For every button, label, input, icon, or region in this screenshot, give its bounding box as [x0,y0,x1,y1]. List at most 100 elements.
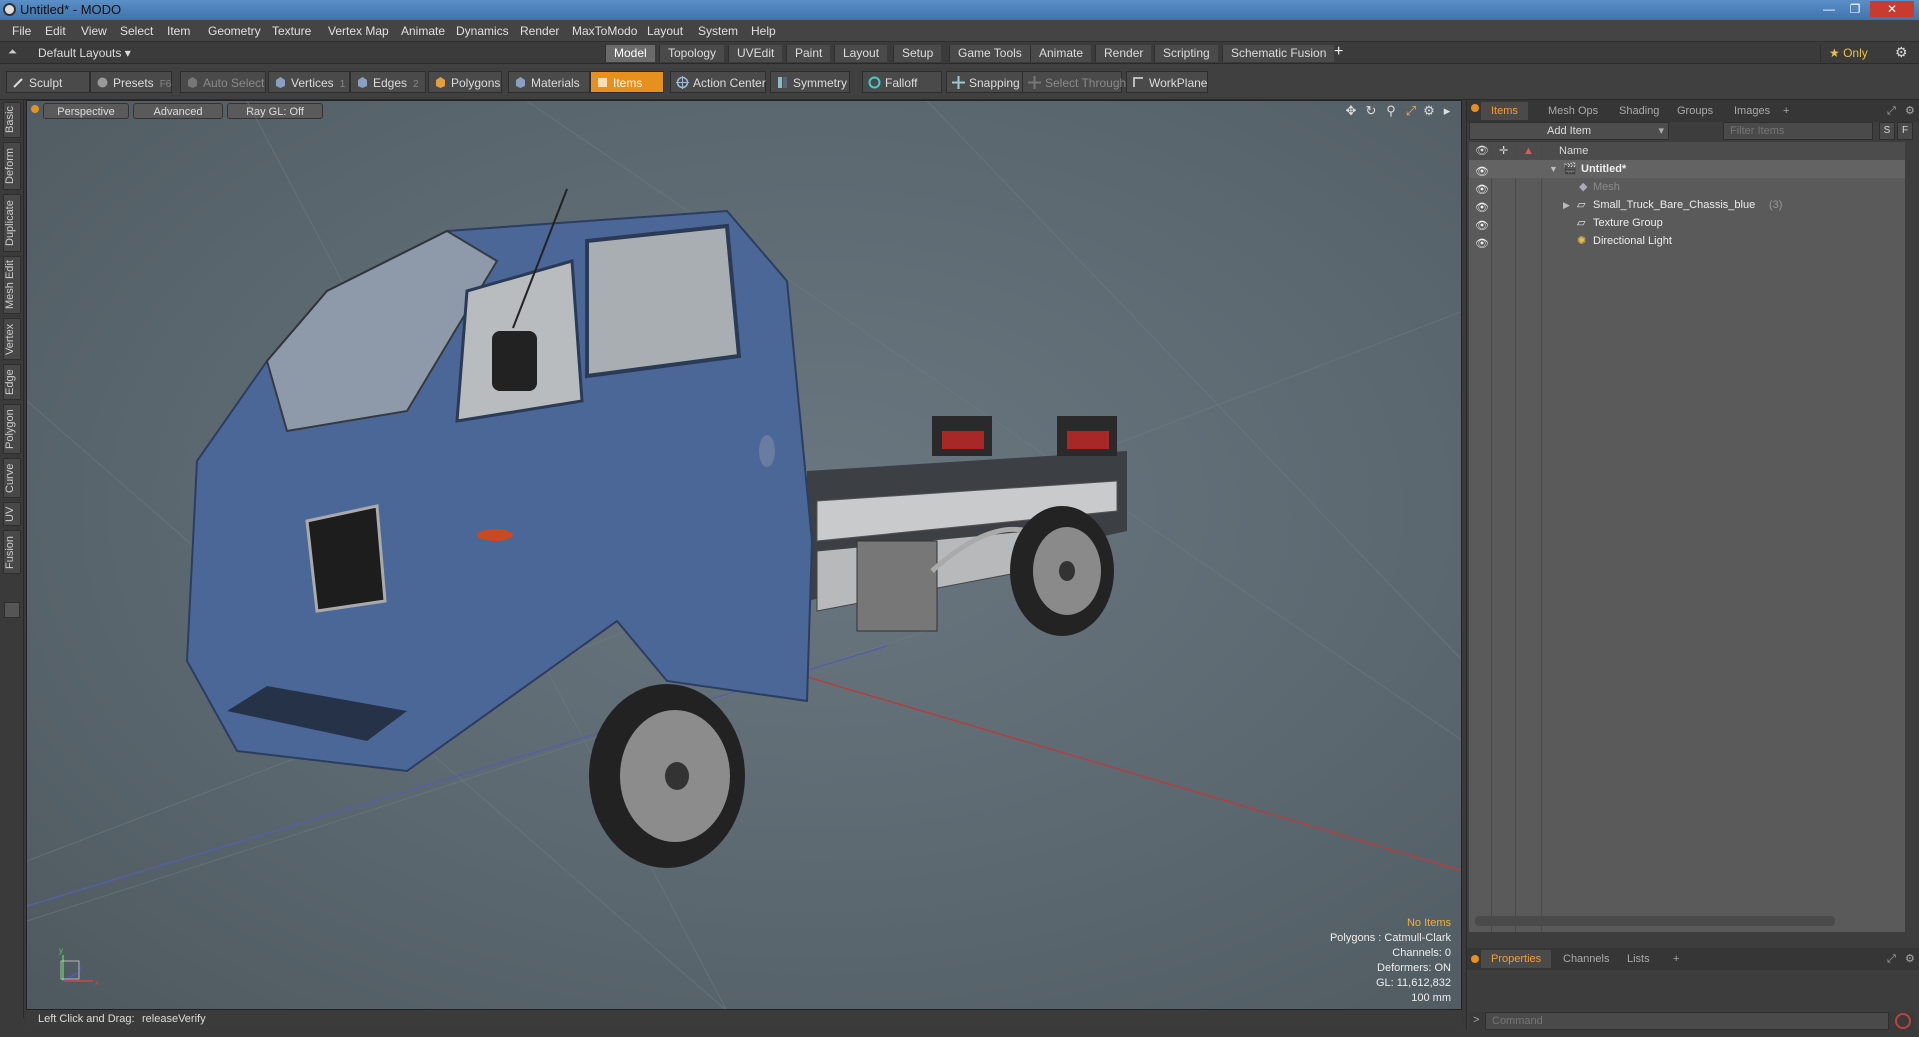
sculpt-button[interactable]: Sculpt [6,71,90,93]
tab-channels[interactable]: Channels [1553,950,1619,968]
tab-scripting[interactable]: Scripting [1154,45,1218,62]
left-tabs-toggle-button[interactable] [4,602,20,618]
menu-dynamics[interactable]: Dynamics [456,24,509,38]
visibility-eye-icon[interactable]: 👁 [1475,163,1489,178]
snapping-button[interactable]: Snapping [946,71,1026,93]
menu-item[interactable]: Item [167,24,190,38]
menu-render[interactable]: Render [520,24,559,38]
tree-row-mesh[interactable]: 👁 ◆ Mesh [1469,178,1905,196]
vtab-polygon[interactable]: Polygon [3,404,21,454]
menu-system[interactable]: System [698,24,738,38]
tab-setup[interactable]: Setup [893,45,942,62]
panel-settings-gear-icon[interactable]: ⚙ [1895,102,1919,120]
falloff-button[interactable]: Falloff [862,71,942,93]
menu-select[interactable]: Select [120,24,153,38]
name-column-header[interactable]: Name [1559,142,1588,160]
close-button[interactable]: ✕ [1870,1,1914,17]
properties-settings-gear-icon[interactable]: ⚙ [1895,950,1919,968]
menu-vertex-map[interactable]: Vertex Map [328,24,389,38]
edges-button[interactable]: Edges 2 [350,71,426,93]
visibility-eye-icon[interactable]: 👁 [1475,199,1489,214]
tab-animate[interactable]: Animate [1030,45,1092,62]
tab-render[interactable]: Render [1095,45,1152,62]
menu-texture[interactable]: Texture [272,24,311,38]
tab-model[interactable]: Model [605,45,655,62]
tab-uvedit[interactable]: UVEdit [728,45,783,62]
action-center-button[interactable]: Action Center [670,71,766,93]
visibility-eye-icon[interactable]: 👁 [1475,217,1489,232]
symmetry-button[interactable]: Symmetry [770,71,850,93]
select-through-button[interactable]: Select Through [1022,71,1126,93]
vtab-vertex[interactable]: Vertex [3,318,21,360]
tab-items[interactable]: Items [1481,102,1528,120]
auto-select-button[interactable]: Auto Select [180,71,266,93]
axis-y-label: y [59,946,63,955]
panel-tab-bar: Items Mesh Ops Shading Groups Images + ⤢… [1467,100,1919,122]
tab-properties[interactable]: Properties [1481,950,1552,968]
left-tool-tabs: Basic Deform Duplicate Mesh Edit Vertex … [0,100,24,1018]
minimize-button[interactable]: — [1818,1,1840,17]
menu-help[interactable]: Help [751,24,776,38]
polygons-button[interactable]: Polygons [428,71,502,93]
tree-row-texture-group[interactable]: 👁 ▱ Texture Group [1469,214,1905,232]
tab-shading[interactable]: Shading [1609,102,1669,120]
add-layout-tab-button[interactable]: + [1334,43,1343,61]
visibility-eye-icon[interactable]: 👁 [1475,235,1489,250]
menu-file[interactable]: File [12,24,31,38]
visibility-eye-icon[interactable]: 👁 [1475,181,1489,196]
menu-layout[interactable]: Layout [647,24,683,38]
horizontal-scrollbar[interactable] [1475,916,1835,926]
tab-schematic-fusion[interactable]: Schematic Fusion [1222,45,1335,62]
menu-geometry[interactable]: Geometry [208,24,261,38]
add-item-dropdown[interactable]: Add Item ▾ [1469,122,1669,140]
maximize-button[interactable]: ❐ [1844,1,1866,17]
tree-row-small-truck[interactable]: 👁 ▶ ▱ Small_Truck_Bare_Chassis_blue (3) [1469,196,1905,214]
presets-button[interactable]: Presets F6 [90,71,172,93]
filter-s-button[interactable]: S [1879,122,1895,140]
tab-game-tools[interactable]: Game Tools [949,45,1030,62]
only-toggle[interactable]: ★ Only [1820,45,1876,62]
front-wheel [589,684,745,868]
mesh-icon: ◆ [1579,181,1588,193]
vtab-curve[interactable]: Curve [3,458,21,498]
vtab-mesh-edit[interactable]: Mesh Edit [3,256,21,314]
vertices-button[interactable]: Vertices 1 [268,71,350,93]
vtab-uv[interactable]: UV [3,502,21,526]
vtab-deform[interactable]: Deform [3,142,21,190]
layout-up-icon[interactable]: ⏶ [8,46,17,59]
filter-f-button[interactable]: F [1897,122,1913,140]
vtab-edge[interactable]: Edge [3,364,21,400]
tab-images[interactable]: Images [1724,102,1780,120]
workplane-button[interactable]: WorkPlane [1126,71,1208,93]
vtab-duplicate[interactable]: Duplicate [3,194,21,252]
menu-view[interactable]: View [81,24,107,38]
menu-animate[interactable]: Animate [401,24,445,38]
3d-viewport[interactable]: Perspective Advanced Ray GL: Off ✥ ↻ ⚲ ⤢… [26,100,1462,1010]
group-icon: ▱ [1577,199,1586,211]
vtab-basic[interactable]: Basic [3,102,21,138]
vtab-fusion[interactable]: Fusion [3,530,21,574]
tab-groups[interactable]: Groups [1667,102,1723,120]
filter-items-input[interactable] [1723,122,1873,140]
tab-lists[interactable]: Lists [1617,950,1660,968]
command-input[interactable] [1485,1012,1889,1030]
expand-arrow-icon[interactable]: ▶ [1563,196,1570,214]
tab-paint[interactable]: Paint [786,45,831,62]
panel-options-icon[interactable] [1471,104,1479,112]
properties-options-icon[interactable] [1471,955,1479,963]
tree-row-directional-light[interactable]: 👁 ✺ Directional Light [1469,232,1905,250]
tab-topology[interactable]: Topology [659,45,725,62]
tab-layout[interactable]: Layout [834,45,888,62]
expand-arrow-icon[interactable]: ▼ [1549,160,1558,178]
layout-settings-gear-icon[interactable]: ⚙ [1895,44,1908,61]
command-record-icon[interactable] [1895,1013,1911,1029]
default-layouts-dropdown[interactable]: Default Layouts ▾ [38,46,131,60]
items-button[interactable]: Items [590,71,664,93]
materials-button[interactable]: Materials [508,71,590,93]
menu-maxtomodo[interactable]: MaxToModo [572,24,637,38]
add-properties-tab-button[interactable]: + [1663,950,1689,968]
menu-edit[interactable]: Edit [45,24,66,38]
tree-row-untitled[interactable]: 👁 ▼ 🎬 Untitled* [1469,160,1905,178]
tab-mesh-ops[interactable]: Mesh Ops [1538,102,1608,120]
add-panel-tab-button[interactable]: + [1773,102,1799,120]
